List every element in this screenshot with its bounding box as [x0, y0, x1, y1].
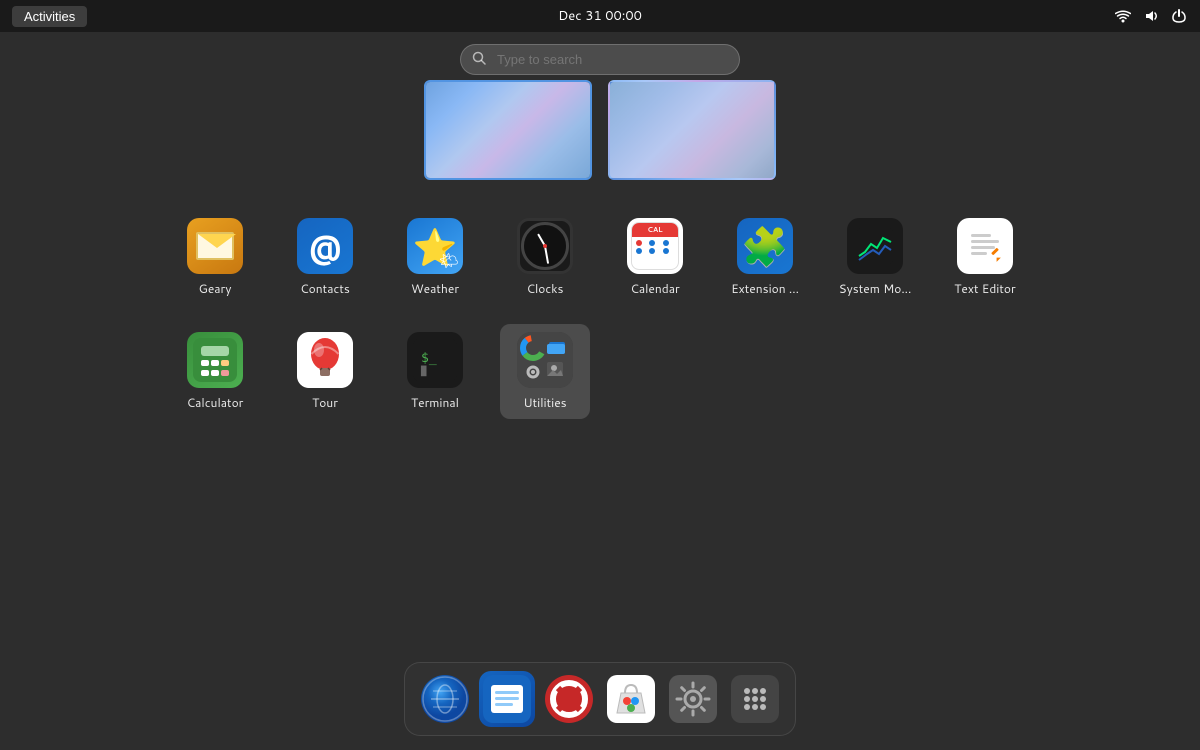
calculator-svg: [193, 338, 237, 382]
app-row-1: Geary @ Contacts ⭐ 🌤 Weather: [170, 210, 1030, 304]
dock-item-help[interactable]: [541, 671, 597, 727]
clock-min-hand: [544, 246, 549, 264]
calendar-icon-inner: CAL: [631, 222, 679, 270]
utilities-icon: [517, 332, 573, 388]
files-icon: [483, 675, 531, 723]
tour-icon: [297, 332, 353, 388]
app-grid-icon: [731, 675, 779, 723]
search-icon: [472, 50, 486, 70]
dock-item-files[interactable]: [479, 671, 535, 727]
geary-icon: [187, 218, 243, 274]
utilities-label: Utilities: [523, 396, 566, 410]
activities-button[interactable]: Activities: [12, 6, 87, 27]
dock-item-settings[interactable]: [665, 671, 721, 727]
web-icon: [421, 675, 469, 723]
terminal-icon: $_ █: [407, 332, 463, 388]
weather-icon: ⭐ 🌤: [407, 218, 463, 274]
extensions-icon: 🧩: [737, 218, 793, 274]
calendar-label: Calendar: [630, 282, 679, 296]
app-grid-container: Geary @ Contacts ⭐ 🌤 Weather: [170, 210, 1030, 419]
dock: [404, 662, 796, 736]
search-input[interactable]: [460, 44, 740, 75]
puzzle-symbol: 🧩: [741, 219, 788, 273]
svg-text:$_: $_: [421, 351, 437, 366]
dock-item-web[interactable]: [417, 671, 473, 727]
app-geary[interactable]: Geary: [170, 210, 260, 304]
sysmon-svg: [853, 224, 897, 268]
app-extensions[interactable]: 🧩 Extension ...: [720, 210, 810, 304]
dock-item-app-grid[interactable]: [727, 671, 783, 727]
calendar-icon: CAL: [627, 218, 683, 274]
app-weather[interactable]: ⭐ 🌤 Weather: [390, 210, 480, 304]
sysmon-icon: [847, 218, 903, 274]
workspaces-container: [424, 80, 776, 180]
app-texteditor[interactable]: Text Editor: [940, 210, 1030, 304]
texteditor-svg: [963, 224, 1007, 268]
cal-dots: [632, 237, 678, 257]
clock-face: [521, 222, 569, 270]
app-row-2: Calculator Tour: [170, 324, 1030, 418]
texteditor-label: Text Editor: [954, 282, 1015, 296]
topbar: Activities Dec 31 00:00: [0, 0, 1200, 32]
clocks-label: Clocks: [526, 282, 563, 296]
extensions-label: Extension ...: [731, 282, 799, 296]
utilities-svg: [517, 332, 573, 388]
clock-display: Dec 31 00:00: [558, 7, 642, 25]
tour-label: Tour: [312, 396, 338, 410]
calculator-label: Calculator: [187, 396, 244, 410]
app-terminal[interactable]: $_ █ Terminal: [390, 324, 480, 418]
app-calendar[interactable]: CAL Calendar: [610, 210, 700, 304]
software-icon: [607, 675, 655, 723]
terminal-label: Terminal: [411, 396, 459, 410]
search-container: [460, 44, 740, 75]
calculator-icon: [187, 332, 243, 388]
dock-item-software[interactable]: [603, 671, 659, 727]
app-sysmon[interactable]: System Mo...: [830, 210, 920, 304]
app-calculator[interactable]: Calculator: [170, 324, 260, 418]
app-contacts[interactable]: @ Contacts: [280, 210, 370, 304]
network-icon[interactable]: [1114, 7, 1132, 25]
tour-svg: [297, 332, 353, 388]
app-clocks[interactable]: Clocks: [500, 210, 590, 304]
svg-text:█: █: [420, 365, 427, 377]
settings-icon: [669, 675, 717, 723]
workspace-2[interactable]: [608, 80, 776, 180]
clocks-icon: [517, 218, 573, 274]
contacts-icon: @: [297, 218, 353, 274]
geary-label: Geary: [199, 282, 232, 296]
terminal-svg: $_ █: [413, 338, 457, 382]
system-tray: [1114, 7, 1188, 25]
help-icon: [545, 675, 593, 723]
weather-label: Weather: [411, 282, 459, 296]
volume-icon[interactable]: [1142, 7, 1160, 25]
app-utilities[interactable]: Utilities: [500, 324, 590, 418]
sysmon-label: System Mo...: [839, 282, 912, 296]
contacts-at-symbol: @: [309, 224, 342, 269]
workspace-1[interactable]: [424, 80, 592, 180]
app-tour[interactable]: Tour: [280, 324, 370, 418]
clock-center-dot: [543, 244, 547, 248]
cal-header: CAL: [632, 223, 678, 237]
contacts-label: Contacts: [300, 282, 350, 296]
power-icon[interactable]: [1170, 7, 1188, 25]
texteditor-icon: [957, 218, 1013, 274]
